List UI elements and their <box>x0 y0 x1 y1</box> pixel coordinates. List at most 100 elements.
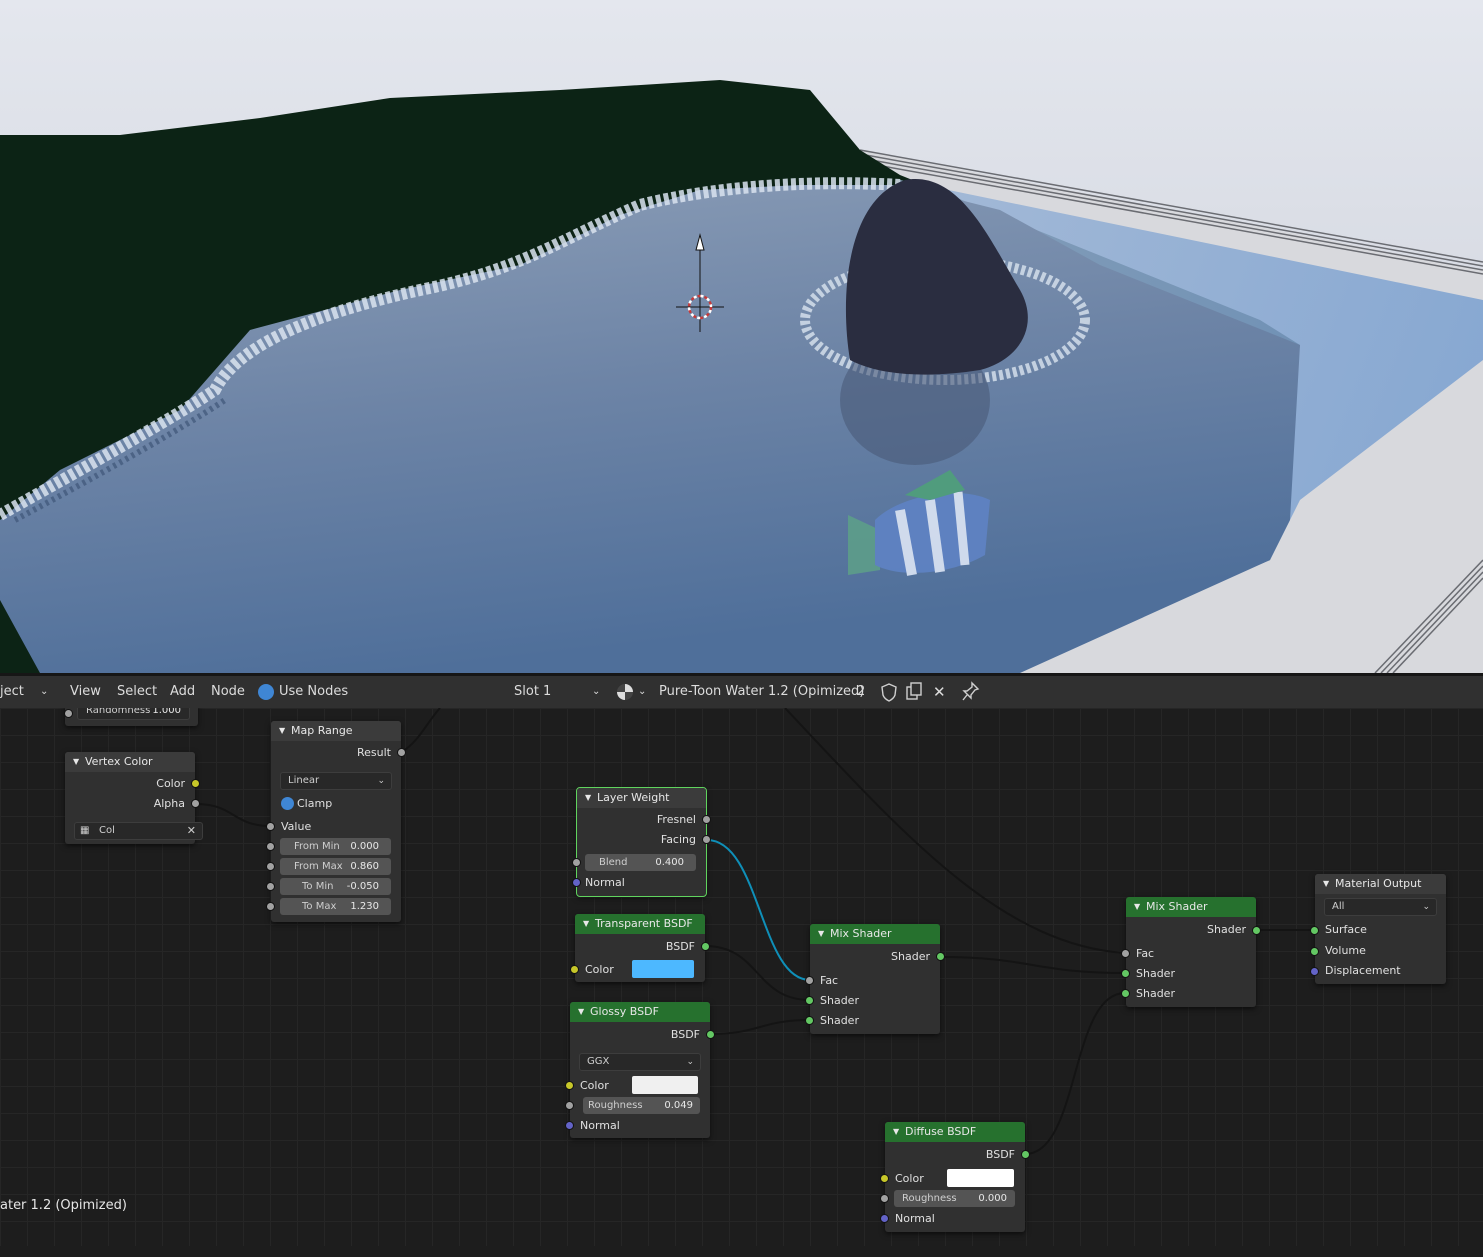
fake-user-shield-icon[interactable] <box>880 676 898 708</box>
socket-output-bsdf[interactable] <box>701 942 710 951</box>
socket-input-roughness[interactable] <box>565 1101 574 1110</box>
collapse-triangle-icon[interactable]: ▼ <box>583 914 589 934</box>
collapse-triangle-icon[interactable]: ▼ <box>893 1122 899 1142</box>
socket-output-shader[interactable] <box>936 952 945 961</box>
socket-input-shader-1[interactable] <box>1121 969 1130 978</box>
socket-output-alpha[interactable] <box>191 799 200 808</box>
slot-dropdown[interactable]: Slot 1 <box>514 676 551 708</box>
node-map-range[interactable]: ▼ Map Range Result Linear ⌄ Clamp Value Fr… <box>266 721 406 922</box>
socket-input-fac[interactable] <box>1121 949 1130 958</box>
socket-input-volume[interactable] <box>1310 947 1319 956</box>
socket-input-shader-2[interactable] <box>805 1016 814 1025</box>
collapse-triangle-icon[interactable]: ▼ <box>279 721 285 741</box>
menu-add[interactable]: Add <box>170 676 195 708</box>
socket-input-displacement[interactable] <box>1310 967 1319 976</box>
socket-output-shader[interactable] <box>1252 926 1261 935</box>
socket-input-normal[interactable] <box>565 1121 574 1130</box>
chevron-down-icon[interactable]: ⌄ <box>592 676 600 708</box>
input-normal-label: Normal <box>585 876 625 889</box>
chevron-down-icon[interactable]: ⌄ <box>638 676 646 708</box>
menu-view[interactable]: View <box>70 676 101 708</box>
socket-input-surface[interactable] <box>1310 926 1319 935</box>
duplicate-material-icon[interactable] <box>905 676 923 708</box>
3d-viewport[interactable] <box>0 0 1483 673</box>
socket-output-facing[interactable] <box>702 835 711 844</box>
socket-output-color[interactable] <box>191 779 200 788</box>
pin-icon[interactable] <box>961 676 981 708</box>
node-header[interactable]: ▼ Layer Weight <box>577 788 706 808</box>
socket-input-shader-1[interactable] <box>805 996 814 1005</box>
node-header[interactable]: ▼ Glossy BSDF <box>570 1002 710 1022</box>
collapse-triangle-icon[interactable]: ▼ <box>1323 874 1329 894</box>
collapse-triangle-icon[interactable]: ▼ <box>578 1002 584 1022</box>
socket-output-fresnel[interactable] <box>702 815 711 824</box>
color-layer-field[interactable]: ▦ Col ✕ <box>74 822 203 840</box>
node-editor-canvas[interactable]: Randomness 1.000 ▼ Vertex Color Color Alp… <box>0 708 1483 1257</box>
socket-input-roughness[interactable] <box>880 1194 889 1203</box>
material-browse-icon[interactable] <box>617 684 633 700</box>
node-layer-weight[interactable]: ▼ Layer Weight Fresnel Facing Blend 0.400 … <box>572 787 711 897</box>
render-target-dropdown[interactable]: All ⌄ <box>1324 898 1437 916</box>
socket-output-bsdf[interactable] <box>1021 1150 1030 1159</box>
collapse-triangle-icon[interactable]: ▼ <box>1134 897 1140 917</box>
socket-output-result[interactable] <box>397 748 406 757</box>
menu-node[interactable]: Node <box>211 676 245 708</box>
node-header[interactable]: ▼ Diffuse BSDF <box>885 1122 1025 1142</box>
link-vertexcolor-alpha-to-maprange-value <box>195 803 272 827</box>
node-header[interactable]: ▼ Map Range <box>271 721 401 741</box>
node-material-output[interactable]: ▼ Material Output All ⌄ Surface Volume Dis… <box>1310 874 1446 984</box>
material-name-field[interactable]: Pure-Toon Water 1.2 (Opimized) <box>659 676 864 708</box>
socket-input-value[interactable] <box>266 822 275 831</box>
socket-to-max[interactable] <box>266 902 275 911</box>
node-mix-shader-2[interactable]: ▼ Mix Shader Shader Fac Shader Shader <box>1121 897 1261 1007</box>
socket-input-normal[interactable] <box>880 1214 889 1223</box>
socket-input-shader-2[interactable] <box>1121 989 1130 998</box>
node-header[interactable]: ▼ Transparent BSDF <box>575 914 705 934</box>
socket-to-min[interactable] <box>266 882 275 891</box>
material-user-count[interactable]: 2 <box>857 676 865 708</box>
to-min-field[interactable]: To Min -0.050 <box>280 878 391 895</box>
menu-select[interactable]: Select <box>117 676 157 708</box>
socket-input-color[interactable] <box>565 1081 574 1090</box>
randomness-field[interactable]: Randomness 1.000 <box>77 708 190 720</box>
color-swatch[interactable] <box>632 960 694 978</box>
node-header[interactable]: ▼ Mix Shader <box>1126 897 1256 917</box>
object-menu[interactable]: ject <box>0 676 24 708</box>
node-transparent-bsdf[interactable]: ▼ Transparent BSDF BSDF Color <box>570 914 710 982</box>
use-nodes-checkbox[interactable] <box>258 684 274 700</box>
chevron-down-icon[interactable]: ⌄ <box>40 676 48 708</box>
node-mix-shader-1[interactable]: ▼ Mix Shader Shader Fac Shader Shader <box>805 924 945 1034</box>
collapse-triangle-icon[interactable]: ▼ <box>585 788 591 808</box>
roughness-field[interactable]: Roughness 0.000 <box>894 1190 1015 1207</box>
socket-input-blend[interactable] <box>572 858 581 867</box>
node-header[interactable]: ▼ Mix Shader <box>810 924 940 944</box>
blend-field[interactable]: Blend 0.400 <box>585 854 696 871</box>
socket-input-normal[interactable] <box>572 878 581 887</box>
roughness-field[interactable]: Roughness 0.049 <box>583 1097 700 1114</box>
socket-randomness[interactable] <box>64 709 73 718</box>
socket-from-min[interactable] <box>266 842 275 851</box>
from-min-field[interactable]: From Min 0.000 <box>280 838 391 855</box>
from-max-field[interactable]: From Max 0.860 <box>280 858 391 875</box>
collapse-triangle-icon[interactable]: ▼ <box>73 752 79 772</box>
node-header[interactable]: ▼ Vertex Color <box>65 752 195 772</box>
clamp-checkbox[interactable] <box>281 797 294 810</box>
socket-input-fac[interactable] <box>805 976 814 985</box>
distribution-dropdown[interactable]: GGX ⌄ <box>579 1053 701 1071</box>
node-glossy-bsdf[interactable]: ▼ Glossy BSDF BSDF GGX ⌄ Color Roughness 0.… <box>565 1002 715 1138</box>
node-diffuse-bsdf[interactable]: ▼ Diffuse BSDF BSDF Color Roughness 0.000 … <box>880 1122 1030 1232</box>
collapse-triangle-icon[interactable]: ▼ <box>818 924 824 944</box>
socket-input-color[interactable] <box>570 965 579 974</box>
socket-input-color[interactable] <box>880 1174 889 1183</box>
to-max-field[interactable]: To Max 1.230 <box>280 898 391 915</box>
socket-from-max[interactable] <box>266 862 275 871</box>
color-swatch[interactable] <box>947 1169 1014 1187</box>
interpolation-dropdown[interactable]: Linear ⌄ <box>280 772 392 790</box>
node-partial-top[interactable]: Randomness 1.000 <box>64 708 198 726</box>
node-vertex-color[interactable]: ▼ Vertex Color Color Alpha ▦ Col ✕ <box>65 752 203 844</box>
color-swatch[interactable] <box>632 1076 698 1094</box>
unlink-material-close-icon[interactable]: ✕ <box>933 676 946 708</box>
node-header[interactable]: ▼ Material Output <box>1315 874 1446 894</box>
socket-output-bsdf[interactable] <box>706 1030 715 1039</box>
clear-x-icon[interactable]: ✕ <box>187 823 196 839</box>
